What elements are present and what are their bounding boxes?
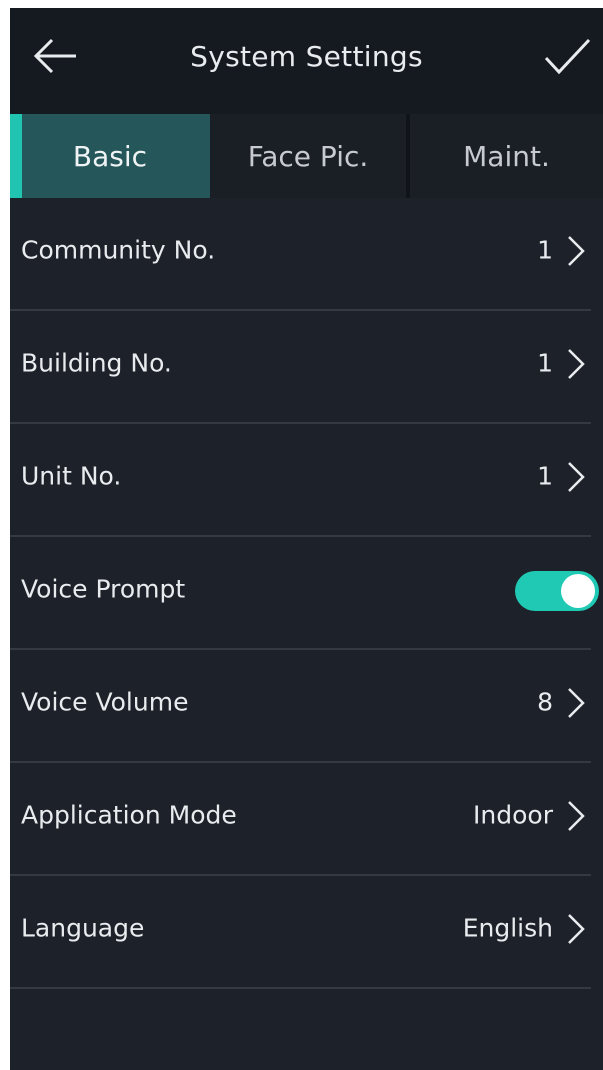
setting-language[interactable]: Language English: [10, 876, 591, 989]
setting-application-mode[interactable]: Application Mode Indoor: [10, 763, 591, 876]
chevron-right-icon: [568, 236, 585, 266]
setting-label: Building No.: [21, 348, 172, 378]
confirm-button[interactable]: [543, 36, 603, 86]
chevron-right-icon: [568, 462, 585, 492]
setting-value: 1: [537, 461, 553, 491]
setting-value: 8: [537, 687, 553, 717]
title-bar: System Settings: [10, 8, 603, 114]
setting-value: English: [462, 913, 553, 943]
tab-maint[interactable]: Maint.: [410, 114, 603, 198]
chevron-right-icon: [568, 801, 585, 831]
setting-voice-prompt: Voice Prompt: [10, 537, 599, 650]
setting-label: Unit No.: [21, 461, 122, 491]
tab-face-pic[interactable]: Face Pic.: [210, 114, 410, 198]
setting-label: Voice Prompt: [21, 574, 186, 604]
settings-list: Community No. 1 Building No. 1 Unit No. …: [10, 198, 603, 989]
voice-prompt-toggle[interactable]: [515, 571, 599, 611]
settings-screen: System Settings Basic Face Pic. Maint. C…: [10, 8, 603, 1070]
chevron-right-icon: [568, 914, 585, 944]
toggle-knob: [561, 574, 595, 608]
setting-unit-no[interactable]: Unit No. 1: [10, 424, 591, 537]
checkmark-icon: [544, 38, 591, 75]
setting-label: Application Mode: [21, 800, 237, 830]
setting-building-no[interactable]: Building No. 1: [10, 311, 591, 424]
setting-voice-volume[interactable]: Voice Volume 8: [10, 650, 591, 763]
setting-label: Language: [21, 913, 145, 943]
tab-bar: Basic Face Pic. Maint.: [10, 114, 603, 198]
chevron-right-icon: [568, 688, 585, 718]
setting-value: Indoor: [473, 800, 553, 830]
setting-label: Voice Volume: [21, 687, 189, 717]
setting-community-no[interactable]: Community No. 1: [10, 198, 591, 311]
setting-value: 1: [537, 348, 553, 378]
setting-label: Community No.: [21, 235, 216, 265]
setting-value: 1: [537, 235, 553, 265]
tab-basic[interactable]: Basic: [10, 114, 210, 198]
chevron-right-icon: [568, 349, 585, 379]
page-title: System Settings: [190, 40, 423, 73]
